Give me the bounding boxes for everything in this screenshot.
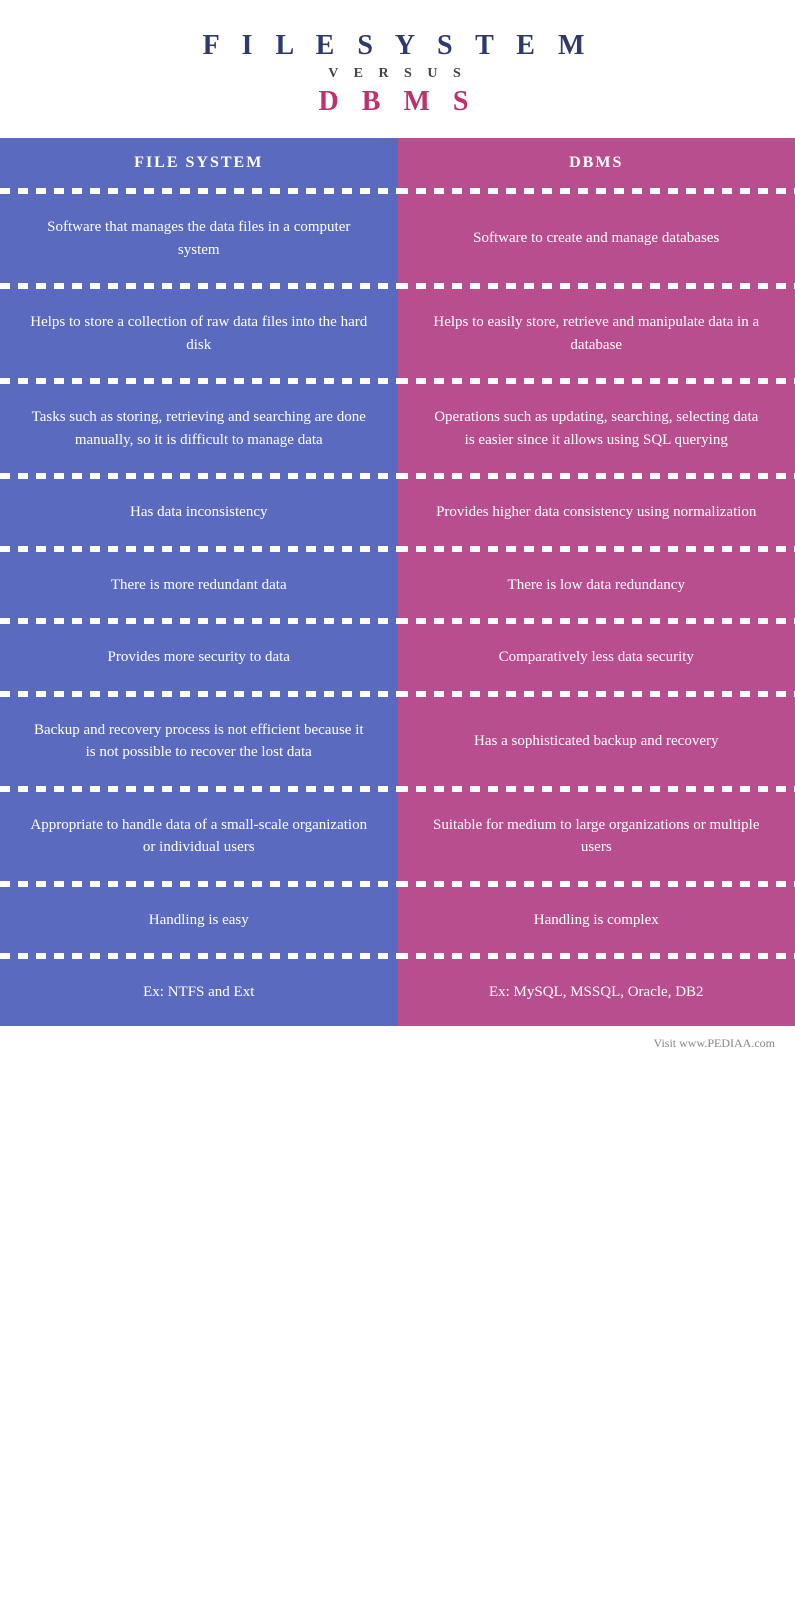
table-header-row: FILE SYSTEM DBMS <box>0 138 795 188</box>
table-row-0: Software that manages the data files in … <box>0 194 795 283</box>
fs-cell-5: Provides more security to data <box>0 624 398 691</box>
db-cell-9: Ex: MySQL, MSSQL, Oracle, DB2 <box>398 959 795 1026</box>
table-row-4: There is more redundant data There is lo… <box>0 552 795 619</box>
table-row-7: Appropriate to handle data of a small-sc… <box>0 792 795 881</box>
db-cell-6: Has a sophisticated backup and recovery <box>398 697 795 786</box>
table-row-8: Handling is easy Handling is complex <box>0 887 795 954</box>
fs-cell-3: Has data inconsistency <box>0 479 398 546</box>
title-file-system: F I L E S Y S T E M <box>20 30 775 62</box>
fs-cell-9: Ex: NTFS and Ext <box>0 959 398 1026</box>
db-cell-1: Helps to easily store, retrieve and mani… <box>398 289 795 378</box>
dbms-header-cell: DBMS <box>398 138 795 188</box>
fs-cell-0: Software that manages the data files in … <box>0 194 398 283</box>
db-cell-8: Handling is complex <box>398 887 795 954</box>
table-row-6: Backup and recovery process is not effic… <box>0 697 795 786</box>
table-row-5: Provides more security to data Comparati… <box>0 624 795 691</box>
title-dbms: D B M S <box>20 86 775 118</box>
header: F I L E S Y S T E M V E R S U S D B M S <box>0 0 795 128</box>
table-row-2: Tasks such as storing, retrieving and se… <box>0 384 795 473</box>
table-row-1: Helps to store a collection of raw data … <box>0 289 795 378</box>
db-cell-2: Operations such as updating, searching, … <box>398 384 795 473</box>
filesystem-header-cell: FILE SYSTEM <box>0 138 398 188</box>
db-cell-7: Suitable for medium to large organizatio… <box>398 792 795 881</box>
fs-cell-1: Helps to store a collection of raw data … <box>0 289 398 378</box>
table-row-9: Ex: NTFS and Ext Ex: MySQL, MSSQL, Oracl… <box>0 959 795 1026</box>
fs-cell-8: Handling is easy <box>0 887 398 954</box>
db-cell-3: Provides higher data consistency using n… <box>398 479 795 546</box>
db-cell-4: There is low data redundancy <box>398 552 795 619</box>
db-cell-5: Comparatively less data security <box>398 624 795 691</box>
comparison-table: FILE SYSTEM DBMS Software that manages t… <box>0 138 795 1026</box>
db-cell-0: Software to create and manage databases <box>398 194 795 283</box>
fs-cell-7: Appropriate to handle data of a small-sc… <box>0 792 398 881</box>
footer-note: Visit www.PEDIAA.com <box>0 1026 795 1061</box>
title-versus: V E R S U S <box>20 66 775 82</box>
table-row-3: Has data inconsistency Provides higher d… <box>0 479 795 546</box>
fs-cell-4: There is more redundant data <box>0 552 398 619</box>
fs-cell-6: Backup and recovery process is not effic… <box>0 697 398 786</box>
fs-cell-2: Tasks such as storing, retrieving and se… <box>0 384 398 473</box>
